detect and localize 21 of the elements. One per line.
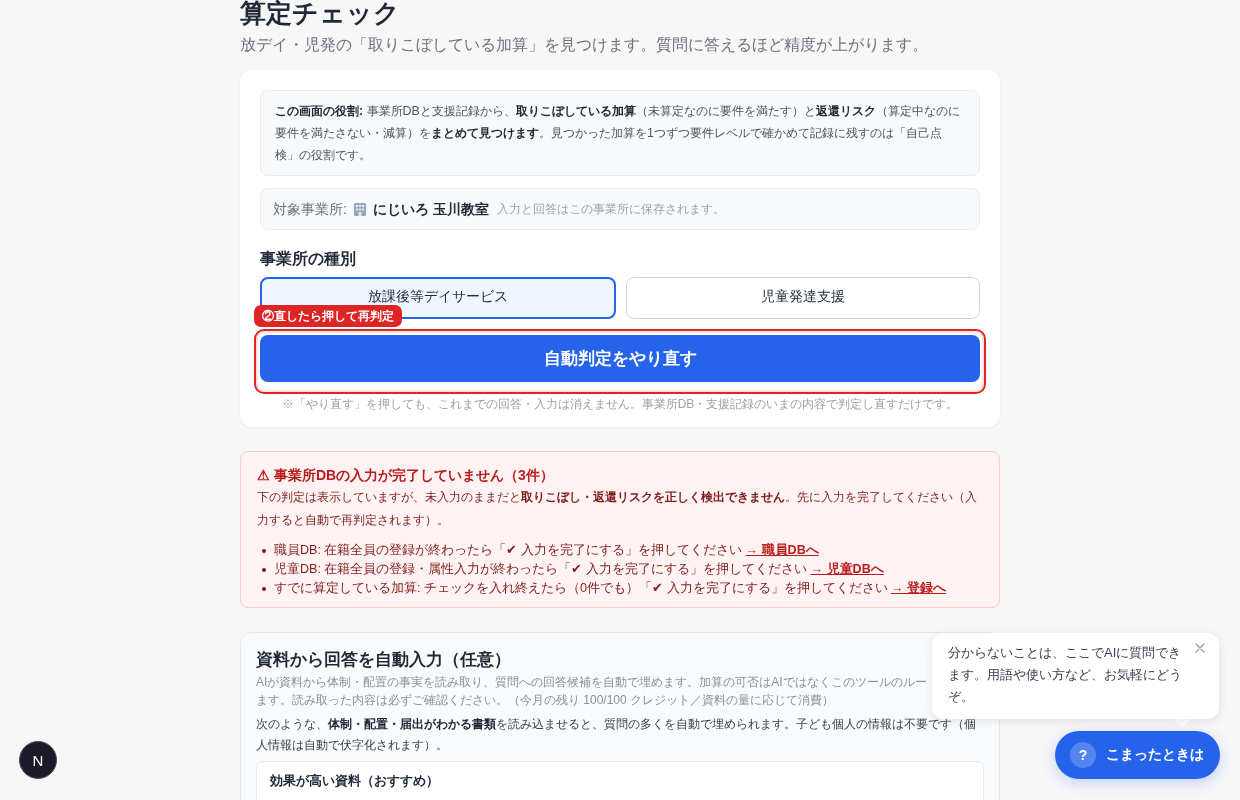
warning-item: すでに算定している加算: チェックを入れ終えたら（0件でも）「✔ 入力を完了にする」を押してください → 登録へ: [274, 580, 947, 597]
facility-note: 入力と回答はこの事業所に保存されます。: [496, 201, 725, 218]
step-hint-tag: ②直したら押して再判定: [254, 305, 402, 327]
warning-title: ⚠ 事業所DBの入力が完了していません（3件）: [257, 466, 554, 485]
recommended-title: 効果が高い資料（おすすめ）: [270, 772, 439, 790]
auto-fill-instructions: 次のような、体制・配置・届出がわかる書類を読み込ませると、質問の多くを自動で埋められます。子ども個人の情報は不要です（個人情報は自動で伏字化されます）。: [256, 716, 977, 754]
role-note: この画面の役割: 事業所DBと支援記録から、取りこぼしている加算（未算定なのに要件を満たす）と返還リスク（算定中なのに要件を満たさない・減算）をまとめて見つけます。見つかった加算を1つずつ要件レベルで確かめて記録に残すのは「自己点検」の役割です。: [260, 90, 980, 176]
tooltip-text: 分からないことは、ここでAIに質問できます。用語や使い方など、お気軽にどうぞ。: [948, 644, 1183, 706]
warning-item: 児童DB: 在籍全員の登録・属性入力が終わったら「✔ 入力を完了にする」を押してください → 児童DBへ: [274, 560, 884, 578]
page-title: 算定チェック: [240, 0, 400, 26]
page-subtitle: 放デイ・児発の「取りこぼしている加算」を見つけます。質問に答えるほど精度が上がります。: [240, 35, 928, 55]
facility-label: 対象事業所:: [273, 200, 347, 219]
warning-message: 下の判定は表示していますが、未入力のままだと取りこぼし・返還リスクを正しく検出できません。先に入力を完了してください（入力すると自動で再判定されます）。: [257, 489, 978, 529]
facility-name: にじいろ 玉川教室: [372, 200, 489, 219]
auto-fill-description: AIが資料から体制・配置の事実を読み取り、質問への回答候補を自動で埋めます。加算の可否はAIではなくこのツールのルー: [256, 674, 927, 691]
warning-item: 職員DB: 在籍全員の登録が終わったら「✔ 入力を完了にする」を押してください → 職員DBへ: [274, 542, 819, 559]
rerun-note: ※「やり直す」を押しても、これまでの回答・入力は消えません。事業所DB・支援記録のいまの内容で判定し直すだけです。: [280, 397, 960, 412]
section-heading: 事業所の種別: [260, 249, 356, 269]
auto-fill-title: 資料から回答を自動入力（任意）: [256, 649, 511, 671]
help-mark: ?: [1070, 742, 1096, 768]
auto-fill-description: ます。読み取った内容は必ずご確認ください。（今月の残り 100/100 クレジット／資料の量に応じて消費）: [256, 692, 835, 709]
